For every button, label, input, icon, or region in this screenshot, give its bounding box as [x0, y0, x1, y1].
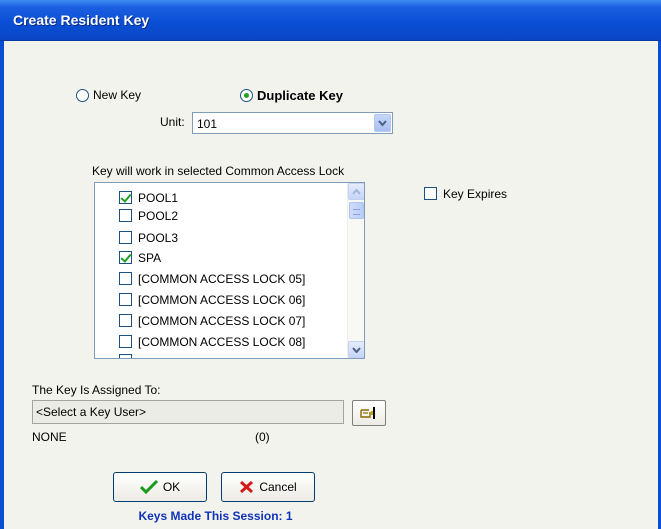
lock-label: POOL1 — [138, 190, 179, 205]
checkbox-icon[interactable] — [119, 314, 132, 327]
lock-item-spa[interactable]: SPA — [119, 249, 161, 266]
duplicate-key-label: Duplicate Key — [257, 88, 343, 103]
lock-label: [COMMON ACCESS LOCK 08] — [138, 334, 306, 349]
close-icon — [240, 480, 254, 494]
checkmark-icon — [139, 480, 158, 494]
checkbox-icon[interactable] — [119, 335, 132, 348]
ok-label: OK — [162, 480, 181, 494]
key-user-value: <Select a Key User> — [36, 405, 147, 419]
radio-checked-icon — [240, 89, 253, 102]
unit-value: 101 — [197, 117, 218, 131]
cancel-label: Cancel — [259, 480, 297, 494]
lock-label: POOL3 — [138, 230, 179, 245]
lock-label: SPA — [138, 250, 162, 265]
scroll-down-icon[interactable] — [348, 341, 364, 358]
checkbox-icon[interactable] — [119, 231, 132, 244]
lock-label: [COMMON ACCESS LOCK 06] — [138, 292, 306, 307]
chevron-down-icon[interactable] — [374, 114, 391, 132]
new-key-label: New Key — [93, 88, 142, 102]
checkbox-icon[interactable] — [119, 209, 132, 222]
lock-list[interactable]: POOL1 POOL2 POOL3 SPA [COMMON ACCESS LOC… — [94, 182, 365, 359]
session-status: Keys Made This Session: 1 — [138, 509, 293, 523]
duplicate-key-radio[interactable]: Duplicate Key — [240, 88, 343, 103]
checkbox-icon[interactable] — [119, 293, 132, 306]
cancel-button[interactable]: Cancel — [221, 472, 315, 502]
radio-circle-icon — [76, 88, 89, 102]
window-title: Create Resident Key — [13, 12, 150, 28]
title-bar[interactable]: Create Resident Key — [0, 0, 661, 41]
lock-label: [COMMON ACCESS LOCK 07] — [138, 313, 306, 328]
key-user-field: <Select a Key User> — [32, 400, 344, 424]
lock-item-pool2[interactable]: POOL2 — [119, 207, 178, 224]
new-key-radio[interactable]: New Key — [76, 88, 141, 102]
unit-select[interactable]: 101 — [192, 112, 393, 134]
assigned-count: (0) — [255, 430, 270, 444]
unit-label: Unit: — [160, 115, 185, 129]
select-user-button[interactable] — [352, 400, 386, 426]
ok-button[interactable]: OK — [113, 472, 207, 502]
locks-heading: Key will work in selected Common Access … — [92, 164, 345, 178]
pointing-hand-icon — [360, 407, 375, 419]
lock-item-07[interactable]: [COMMON ACCESS LOCK 07] — [119, 312, 305, 329]
lock-label: POOL2 — [138, 208, 179, 223]
checkbox-icon[interactable] — [424, 187, 437, 200]
partial-next-row — [119, 354, 331, 358]
key-expires-label: Key Expires — [443, 186, 508, 201]
checkbox-checked-icon[interactable] — [119, 251, 132, 264]
lock-label: [COMMON ACCESS LOCK 05] — [138, 271, 306, 286]
scroll-thumb[interactable] — [349, 202, 364, 219]
lock-item-06[interactable]: [COMMON ACCESS LOCK 06] — [119, 291, 305, 308]
window-frame-left — [0, 41, 4, 529]
lock-item-pool3[interactable]: POOL3 — [119, 229, 178, 246]
checkbox-icon[interactable] — [119, 272, 132, 285]
lock-item-pool1[interactable]: POOL1 — [119, 189, 178, 206]
assigned-label: The Key Is Assigned To: — [32, 383, 161, 397]
scroll-up-icon[interactable] — [348, 183, 364, 200]
list-scrollbar[interactable] — [347, 183, 364, 358]
checkbox-checked-icon[interactable] — [119, 191, 132, 204]
lock-item-08[interactable]: [COMMON ACCESS LOCK 08] — [119, 333, 305, 350]
lock-item-05[interactable]: [COMMON ACCESS LOCK 05] — [119, 270, 305, 287]
assigned-name: NONE — [32, 430, 67, 444]
key-expires-checkbox[interactable]: Key Expires — [424, 185, 507, 202]
